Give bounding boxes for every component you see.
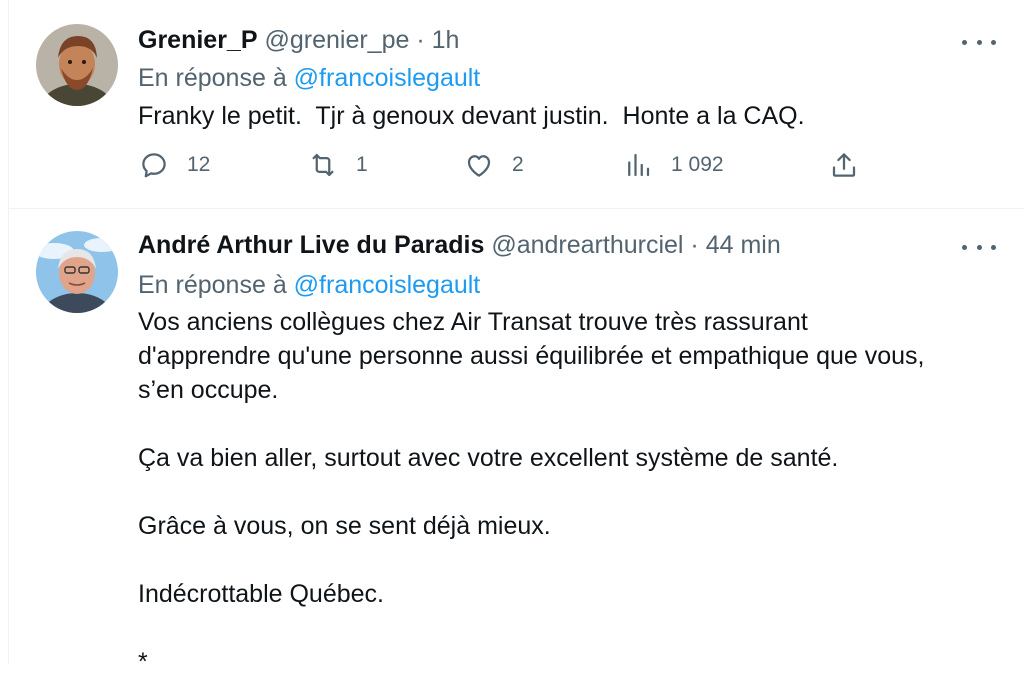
tweet-text: Franky le petit. Tjr à genoux devant jus… bbox=[138, 102, 805, 130]
timestamp[interactable]: 44 min bbox=[706, 231, 781, 259]
separator: · bbox=[690, 231, 699, 259]
display-name[interactable]: André Arthur Live du Paradis bbox=[138, 231, 484, 259]
tweet-header: André Arthur Live du Paradis @andrearthu… bbox=[138, 231, 781, 260]
retweet-button[interactable]: 1 bbox=[308, 150, 368, 180]
share-icon bbox=[832, 153, 856, 177]
mention-link[interactable]: @francoislegault bbox=[294, 271, 481, 299]
like-count: 2 bbox=[512, 153, 524, 176]
like-button[interactable]: 2 bbox=[464, 150, 524, 180]
user-handle[interactable]: @andrearthurciel bbox=[491, 231, 683, 259]
action-bar: 12 1 2 1 092 bbox=[9, 150, 1024, 190]
avatar[interactable] bbox=[36, 231, 118, 313]
user-handle[interactable]: @grenier_pe bbox=[264, 26, 409, 54]
views-button[interactable]: 1 092 bbox=[623, 150, 724, 180]
tweet-paragraph: Grâce à vous, on se sent déjà mieux. bbox=[138, 512, 551, 540]
separator: · bbox=[416, 26, 425, 54]
tweet-paragraph: Ça va bien aller, surtout avec votre exc… bbox=[138, 444, 839, 472]
tweet-text: Vos anciens collègues chez Air Transat t… bbox=[138, 305, 1008, 679]
display-name[interactable]: Grenier_P bbox=[138, 26, 258, 54]
reply-context: En réponse à @francoislegault bbox=[138, 271, 480, 300]
retweet-count: 1 bbox=[356, 153, 368, 176]
tweet-header: Grenier_P @grenier_pe · 1h bbox=[138, 26, 459, 55]
heart-icon bbox=[467, 155, 491, 177]
reply-count: 12 bbox=[187, 153, 211, 176]
tweet-paragraph: * bbox=[138, 648, 148, 676]
reply-context: En réponse à @francoislegault bbox=[138, 64, 480, 93]
mention-link[interactable]: @francoislegault bbox=[294, 64, 481, 92]
timestamp[interactable]: 1h bbox=[432, 26, 460, 54]
more-icon[interactable] bbox=[962, 32, 996, 52]
retweet-icon bbox=[312, 153, 334, 177]
tweet-paragraph: Indécrottable Québec. bbox=[138, 580, 384, 608]
reply-button[interactable]: 12 bbox=[139, 150, 210, 180]
tweet-paragraph: Vos anciens collègues chez Air Transat t… bbox=[138, 308, 925, 404]
view-count: 1 092 bbox=[671, 153, 724, 176]
tweet[interactable]: Grenier_P @grenier_pe · 1h En réponse à … bbox=[9, 0, 1024, 209]
reply-prefix: En réponse à bbox=[138, 64, 287, 92]
tweet[interactable]: André Arthur Live du Paradis @andrearthu… bbox=[9, 209, 1024, 676]
share-button[interactable] bbox=[829, 150, 859, 180]
reply-prefix: En réponse à bbox=[138, 271, 287, 299]
more-icon[interactable] bbox=[962, 237, 996, 257]
views-icon bbox=[628, 153, 650, 177]
avatar[interactable] bbox=[36, 24, 118, 106]
reply-icon bbox=[142, 153, 166, 178]
